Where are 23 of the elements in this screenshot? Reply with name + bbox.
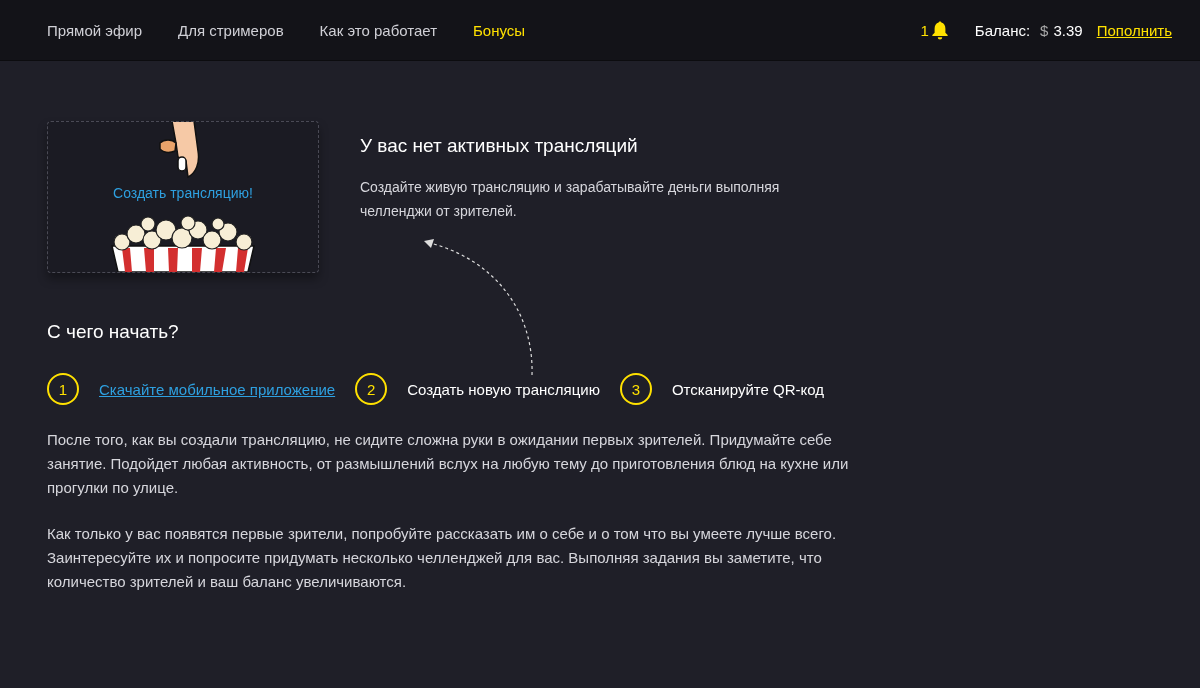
balance-amount: 3.39 bbox=[1053, 21, 1083, 39]
notification-count: 1 bbox=[920, 21, 929, 39]
download-app-link[interactable]: Скачайте мобильное приложение bbox=[99, 380, 336, 398]
step-label: Отсканируйте QR-код bbox=[671, 380, 824, 398]
balance-label: Баланс: bbox=[974, 21, 1031, 39]
paragraph: Как только у вас появятся первые зрители, попробуйте рассказать им о себе и о том что вы умеете лучше всего. Заинтересуйте их и попросите придумать несколько челленджей для вас. Выполняя задания вы заметите, что количество зрителей и ваш баланс увеличиваются. bbox=[47, 524, 838, 592]
step-label: Создать новую трансляцию bbox=[407, 380, 600, 398]
bell-icon[interactable] bbox=[930, 20, 949, 40]
step-number: 1 bbox=[47, 373, 79, 405]
step-number: 2 bbox=[355, 373, 388, 405]
currency-symbol: $ bbox=[1040, 21, 1049, 39]
top-up-link[interactable]: Пополнить bbox=[1096, 21, 1172, 39]
nav-link[interactable]: Бонусы bbox=[473, 21, 526, 39]
step-number: 3 bbox=[619, 373, 652, 405]
nav-link[interactable]: Прямой эфир bbox=[47, 21, 142, 39]
empty-state-text: Создайте живую трансляцию и зарабатывайте деньги выполняя челленджи от зрителей. bbox=[360, 178, 781, 221]
empty-state-title: У вас нет активных трансляций bbox=[360, 135, 639, 157]
nav-link[interactable]: Для стримеров bbox=[178, 21, 284, 39]
section-title: С чего начать? bbox=[47, 321, 180, 343]
create-stream-card[interactable]: Создать трансляцию! bbox=[47, 121, 319, 273]
nav-link[interactable]: Как это работает bbox=[319, 21, 437, 39]
paragraph: После того, как вы создали трансляцию, не сидите сложна руки в ожидании первых зрителей. Придумайте себе занятие. Подойдет любая активность, от размышлений вслух на любую тему до приготовления блюд на кухне или прогулки по улице. bbox=[47, 430, 850, 498]
create-stream-label: Создать трансляцию! bbox=[113, 185, 253, 201]
